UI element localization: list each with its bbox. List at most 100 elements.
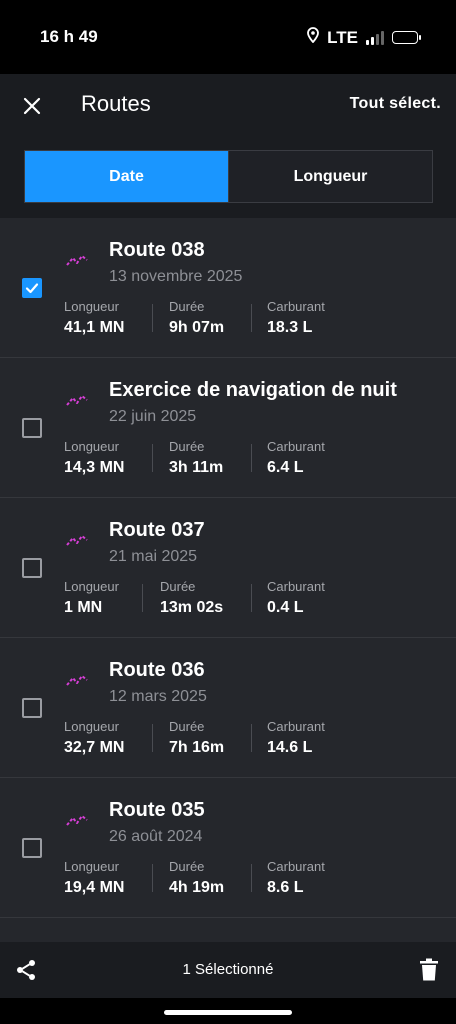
bottom-action-bar: 1 Sélectionné [0, 942, 456, 998]
length-stat: Longueur 32,7 MN [64, 719, 124, 757]
route-row[interactable]: Route 037 21 mai 2025 Longueur 1 MN Durée… [0, 498, 456, 638]
fuel-value: 14.6 L [267, 739, 313, 756]
route-checkbox[interactable] [22, 418, 42, 438]
duration-stat: Durée 9h 07m [169, 299, 224, 337]
app-header: Routes Tout sélect. Date Longueur [0, 74, 456, 218]
length-label: Longueur [64, 579, 119, 594]
route-icon [66, 815, 88, 826]
length-stat: Longueur 41,1 MN [64, 299, 124, 337]
status-time: 16 h 49 [40, 27, 98, 46]
sort-segmented-control: Date Longueur [24, 150, 433, 203]
length-value: 32,7 MN [64, 739, 125, 756]
selected-count: 1 Sélectionné [182, 961, 274, 978]
location-icon [307, 27, 320, 48]
route-stats: Longueur 19,4 MN Durée 4h 19m Carburant 8.6… [64, 859, 444, 899]
route-date: 22 juin 2025 [109, 408, 197, 425]
duration-label: Durée [169, 299, 205, 314]
home-indicator-area [0, 998, 456, 1024]
length-value: 41,1 MN [64, 319, 125, 336]
duration-label: Durée [169, 439, 205, 454]
fuel-label: Carburant [267, 859, 325, 874]
route-row[interactable]: Route 038 13 novembre 2025 Longueur 41,1 … [0, 218, 456, 358]
route-date: 13 novembre 2025 [109, 268, 243, 285]
fuel-stat: Carburant 8.6 L [267, 859, 325, 897]
route-checkbox[interactable] [22, 838, 42, 858]
close-icon [23, 97, 41, 115]
length-label: Longueur [64, 439, 119, 454]
route-name: Route 037 [109, 519, 205, 541]
route-icon [66, 535, 88, 546]
stat-divider [251, 304, 252, 332]
check-icon [25, 283, 39, 294]
fuel-label: Carburant [267, 719, 325, 734]
fuel-value: 18.3 L [267, 319, 313, 336]
stat-divider [152, 864, 153, 892]
stat-divider [251, 444, 252, 472]
duration-value: 13m 02s [160, 599, 224, 616]
route-icon [66, 255, 88, 266]
fuel-value: 6.4 L [267, 459, 304, 476]
duration-label: Durée [169, 719, 205, 734]
fuel-stat: Carburant 18.3 L [267, 299, 325, 337]
length-stat: Longueur 1 MN [64, 579, 119, 617]
length-value: 14,3 MN [64, 459, 125, 476]
route-stats: Longueur 32,7 MN Durée 7h 16m Carburant 14.… [64, 719, 444, 759]
sort-by-date-tab[interactable]: Date [25, 151, 228, 202]
signal-icon [366, 30, 384, 45]
route-row[interactable]: Route 036 12 mars 2025 Longueur 32,7 MN D… [0, 638, 456, 778]
route-icon [66, 395, 88, 406]
status-indicators: LTE [307, 27, 421, 48]
status-bar: 16 h 49 LTE [0, 0, 456, 74]
stat-divider [142, 584, 143, 612]
fuel-value: 0.4 L [267, 599, 304, 616]
stat-divider [152, 444, 153, 472]
stat-divider [251, 864, 252, 892]
route-stats: Longueur 41,1 MN Durée 9h 07m Carburant 18.… [64, 299, 444, 339]
route-date: 21 mai 2025 [109, 548, 198, 565]
duration-value: 3h 11m [169, 459, 224, 476]
duration-stat: Durée 3h 11m [169, 439, 223, 477]
route-checkbox[interactable] [22, 278, 42, 298]
route-stats: Longueur 14,3 MN Durée 3h 11m Carburant 6.4… [64, 439, 444, 479]
fuel-stat: Carburant 6.4 L [267, 439, 325, 477]
length-label: Longueur [64, 859, 119, 874]
duration-value: 7h 16m [169, 739, 225, 756]
routes-list[interactable]: Route 038 13 novembre 2025 Longueur 41,1 … [0, 218, 456, 942]
route-checkbox[interactable] [22, 558, 42, 578]
stat-divider [152, 724, 153, 752]
list-item-partial [0, 918, 456, 942]
route-date: 12 mars 2025 [109, 688, 207, 705]
route-name: Route 038 [109, 239, 205, 261]
route-row[interactable]: Route 035 26 août 2024 Longueur 19,4 MN D… [0, 778, 456, 918]
stat-divider [251, 724, 252, 752]
page-title: Routes [81, 91, 151, 116]
stat-divider [152, 304, 153, 332]
duration-stat: Durée 7h 16m [169, 719, 224, 757]
sort-by-length-tab[interactable]: Longueur [228, 151, 432, 202]
route-name: Exercice de navigation de nuit [109, 379, 397, 401]
delete-button[interactable] [419, 958, 439, 987]
duration-stat: Durée 13m 02s [160, 579, 223, 617]
route-row[interactable]: Exercice de navigation de nuit 22 juin 2… [0, 358, 456, 498]
route-icon [66, 675, 88, 686]
duration-value: 9h 07m [169, 319, 225, 336]
route-checkbox[interactable] [22, 698, 42, 718]
battery-icon [392, 31, 421, 44]
home-indicator[interactable] [164, 1010, 292, 1015]
close-button[interactable] [18, 92, 46, 120]
fuel-label: Carburant [267, 579, 325, 594]
route-stats: Longueur 1 MN Durée 13m 02s Carburant 0.4 L [64, 579, 444, 619]
duration-stat: Durée 4h 19m [169, 859, 224, 897]
fuel-value: 8.6 L [267, 879, 304, 896]
fuel-stat: Carburant 14.6 L [267, 719, 325, 757]
length-value: 1 MN [64, 599, 103, 616]
fuel-stat: Carburant 0.4 L [267, 579, 325, 617]
select-all-button[interactable]: Tout sélect. [350, 95, 441, 113]
length-value: 19,4 MN [64, 879, 125, 896]
duration-label: Durée [160, 579, 196, 594]
length-stat: Longueur 14,3 MN [64, 439, 124, 477]
fuel-label: Carburant [267, 439, 325, 454]
route-name: Route 036 [109, 659, 205, 681]
length-label: Longueur [64, 299, 119, 314]
duration-value: 4h 19m [169, 879, 225, 896]
